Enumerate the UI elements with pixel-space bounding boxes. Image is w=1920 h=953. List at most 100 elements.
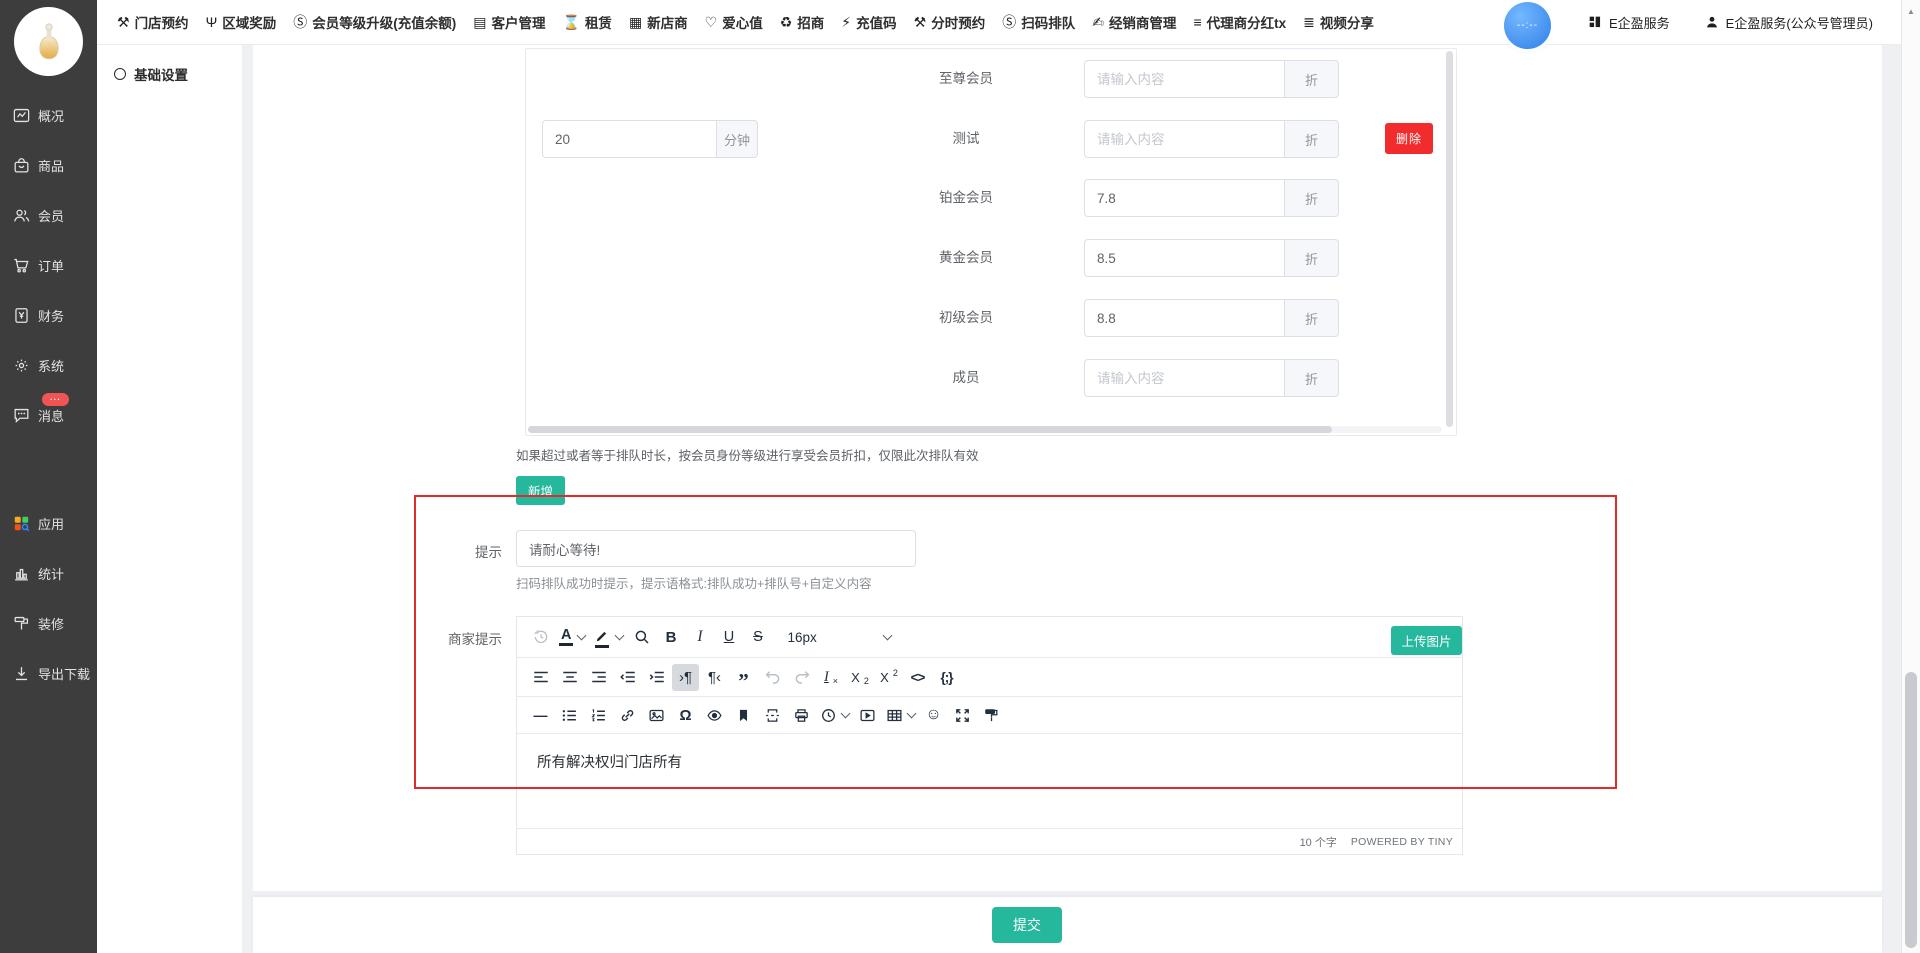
nav-item-scan-queue[interactable]: Ⓢ扫码排队: [1002, 12, 1075, 32]
nav-item-member-upgrade[interactable]: Ⓢ会员等级升级(充值余额): [293, 12, 456, 32]
delete-row-button[interactable]: 删除: [1385, 123, 1433, 154]
bold-button[interactable]: B: [657, 624, 684, 651]
sidebar-item-overview[interactable]: 概况: [0, 90, 97, 140]
account-menu[interactable]: E企盈服务(公众号管理员): [1704, 13, 1873, 32]
scrollbar-thumb[interactable]: [1905, 672, 1917, 948]
ltr-direction-button[interactable]: ›¶: [672, 664, 699, 691]
powered-by-tiny[interactable]: POWERED BY TINY: [1351, 836, 1453, 848]
chevron-down-icon: [577, 631, 587, 641]
code-button[interactable]: <>: [904, 664, 931, 691]
hr-icon: —: [534, 707, 548, 723]
nav-item-store-reservation[interactable]: ⚒门店预约: [117, 12, 189, 32]
discount-input[interactable]: [1084, 359, 1284, 397]
panel-horizontal-scrollbar[interactable]: [528, 426, 1442, 433]
sidebar-item-apps[interactable]: 应用: [0, 498, 97, 548]
font-size-select[interactable]: 16px: [783, 630, 895, 645]
queue-time-input[interactable]: [542, 120, 716, 158]
underline-button[interactable]: U: [715, 624, 742, 651]
insert-table-button[interactable]: [883, 702, 918, 729]
align-center-button[interactable]: [556, 664, 583, 691]
preview-button[interactable]: [701, 702, 728, 729]
nav-item-leasing[interactable]: ⌛租赁: [563, 12, 612, 32]
search-button[interactable]: [628, 624, 655, 651]
nav-item-time-reservation[interactable]: ⚒分时预约: [914, 12, 986, 32]
text-color-button[interactable]: A: [556, 624, 588, 651]
sidebar-item-goods[interactable]: 商品: [0, 140, 97, 190]
align-right-button[interactable]: [585, 664, 612, 691]
e-service-menu[interactable]: E企盈服务: [1587, 13, 1670, 32]
add-row-button[interactable]: 新增: [516, 476, 565, 505]
level-name-label: 铂金会员: [901, 179, 1031, 217]
clear-formatting-button[interactable]: I×: [817, 664, 844, 691]
page-scrollbar[interactable]: ▲: [1901, 0, 1920, 953]
nav-item-video-share[interactable]: ≣视频分享: [1303, 12, 1374, 32]
editor-content-area[interactable]: 所有解决权归门店所有: [517, 734, 1462, 828]
subscript-button[interactable]: X2: [846, 664, 873, 691]
insert-image-button[interactable]: [643, 702, 670, 729]
page-break-button[interactable]: [759, 702, 786, 729]
anchor-button[interactable]: [730, 702, 757, 729]
rtl-direction-button[interactable]: ¶‹: [701, 664, 728, 691]
link-button[interactable]: [614, 702, 641, 729]
nav-item-region-reward[interactable]: Ψ区域奖励: [206, 12, 277, 32]
nav-item-agent-dividend[interactable]: ≡代理商分红tx: [1193, 12, 1286, 32]
discount-input[interactable]: [1084, 120, 1284, 158]
floating-clock-widget[interactable]: --:--: [1504, 2, 1551, 49]
nav-item-new-store[interactable]: ▦新店商: [629, 12, 688, 32]
sidebar-item-label: 概况: [38, 106, 64, 125]
sidebar-item-finance[interactable]: 财务: [0, 290, 97, 340]
subnav-item-basic-settings[interactable]: 基础设置: [97, 45, 242, 84]
emoji-button[interactable]: ☺: [920, 702, 947, 729]
code-sample-button[interactable]: {;}: [933, 664, 960, 691]
sidebar-item-members[interactable]: 会员: [0, 190, 97, 240]
nav-item-investment[interactable]: ♻招商: [780, 12, 825, 32]
horizontal-rule-button[interactable]: —: [527, 702, 554, 729]
indent-button[interactable]: [643, 664, 670, 691]
member-level-row: 初级会员 折: [526, 299, 1442, 337]
special-character-button[interactable]: Ω: [672, 702, 699, 729]
insert-media-button[interactable]: [854, 702, 881, 729]
outdent-button[interactable]: [614, 664, 641, 691]
upload-image-button[interactable]: 上传图片: [1391, 626, 1462, 655]
apps-grid-icon: [12, 514, 31, 533]
bar-chart-icon: [12, 564, 31, 583]
sidebar-item-export-download[interactable]: 导出下载: [0, 648, 97, 698]
redo-button[interactable]: [788, 664, 815, 691]
circle-s-icon: Ⓢ: [293, 12, 307, 32]
discount-input[interactable]: [1084, 299, 1284, 337]
align-left-button[interactable]: [527, 664, 554, 691]
nav-item-dealer-management[interactable]: ✍经销商管理: [1092, 12, 1176, 32]
chevron-down-icon: [841, 709, 851, 719]
submit-button[interactable]: 提交: [992, 907, 1062, 943]
panel-vertical-scrollbar[interactable]: [1446, 51, 1453, 427]
format-painter-button[interactable]: [978, 702, 1005, 729]
discount-input[interactable]: [1084, 179, 1284, 217]
scrollbar-up-arrow-icon[interactable]: ▲: [1902, 7, 1920, 16]
discount-input[interactable]: [1084, 239, 1284, 277]
discount-input[interactable]: [1084, 60, 1284, 98]
nav-item-love-value[interactable]: ♡爱心值: [705, 12, 763, 32]
nav-item-customer-management[interactable]: ▤客户管理: [473, 12, 545, 32]
fullscreen-button[interactable]: [949, 702, 976, 729]
sidebar-item-orders[interactable]: 订单: [0, 240, 97, 290]
nav-item-recharge-code[interactable]: ⚡充值码: [841, 12, 896, 32]
app-logo[interactable]: [14, 7, 83, 76]
unordered-list-button[interactable]: [556, 702, 583, 729]
highlight-color-button[interactable]: [590, 624, 626, 651]
cart-icon: [12, 256, 31, 275]
blockquote-button[interactable]: ”: [730, 664, 757, 691]
insert-time-button[interactable]: [817, 702, 852, 729]
sidebar-item-decoration[interactable]: 装修: [0, 598, 97, 648]
strikethrough-button[interactable]: S: [744, 624, 771, 651]
tip-input[interactable]: [516, 530, 916, 567]
sidebar-item-messages[interactable]: 消息 ···: [0, 390, 97, 440]
scrollbar-thumb[interactable]: [528, 426, 1332, 433]
sidebar-item-stats[interactable]: 统计: [0, 548, 97, 598]
print-button[interactable]: [788, 702, 815, 729]
ordered-list-button[interactable]: [585, 702, 612, 729]
undo-button[interactable]: [759, 664, 786, 691]
superscript-button[interactable]: X2: [875, 664, 902, 691]
italic-button[interactable]: I: [686, 624, 713, 651]
restore-draft-button[interactable]: [527, 624, 554, 651]
sidebar-item-system[interactable]: 系统: [0, 340, 97, 390]
